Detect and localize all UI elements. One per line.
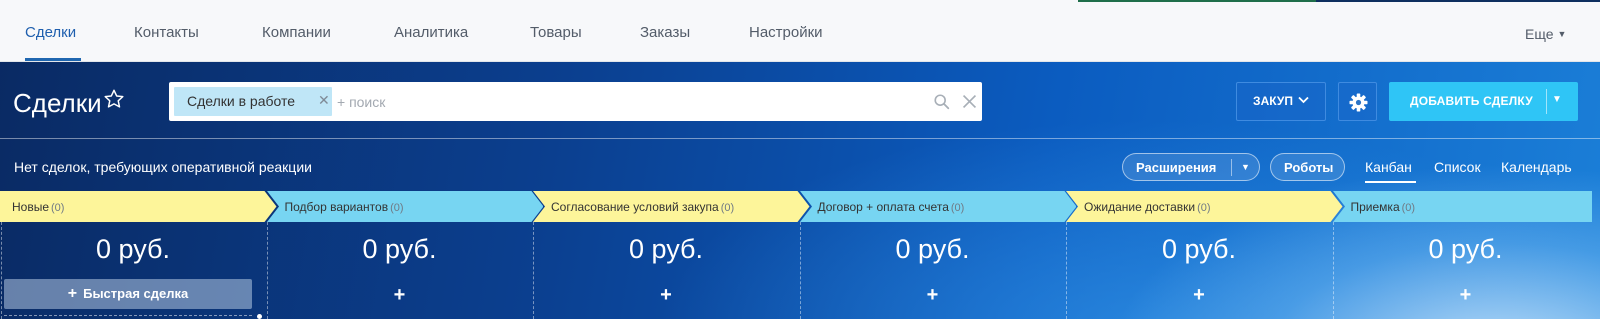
stage-count: (0)	[950, 202, 965, 214]
stage-title: Договор + оплата счета	[817, 200, 949, 214]
chevron-down-icon	[1298, 96, 1309, 104]
close-icon[interactable]	[961, 93, 978, 110]
plus-icon: +	[67, 285, 78, 302]
quick-deal-label: Быстрая сделка	[83, 286, 189, 301]
add-deal-to-stage-button[interactable]: +	[533, 284, 799, 307]
stage-name: Ожидание доставки (0)	[1084, 200, 1211, 214]
stage-title: Подбор вариантов	[284, 200, 389, 214]
add-deal-label: ДОБАВИТЬ СДЕЛКУ	[1410, 94, 1533, 108]
nav-item-analytics[interactable]: Аналитика	[394, 24, 468, 41]
page-title: Сделки	[13, 88, 102, 118]
stage-sum: 0 руб.	[96, 234, 170, 264]
nav-item-contacts[interactable]: Контакты	[134, 24, 199, 41]
stage-header-4[interactable]: Договор + оплата счета (0)	[799, 191, 1076, 222]
robots-label: Роботы	[1284, 160, 1334, 175]
top-navigation: Сделки Контакты Компании Аналитика Товар…	[0, 0, 1600, 62]
page-header: Сделки Сделки в работе ✕ ЗАКУП	[0, 62, 1600, 138]
quick-deal-button[interactable]: + Быстрая сделка	[4, 279, 252, 309]
add-deal-separator	[1546, 89, 1547, 114]
add-deal-button[interactable]: ДОБАВИТЬ СДЕЛКУ ▼	[1389, 82, 1578, 121]
stage-header-1[interactable]: Новые (0)	[0, 191, 277, 222]
category-select-button[interactable]: ЗАКУП	[1236, 82, 1326, 121]
stage-header-3[interactable]: Согласование условий закупа (0)	[533, 191, 810, 222]
nav-item-settings[interactable]: Настройки	[749, 24, 823, 41]
stage-title: Новые	[12, 200, 50, 214]
stage-count: (0)	[1401, 202, 1416, 214]
view-list[interactable]: Список	[1434, 159, 1481, 175]
search-input[interactable]	[337, 87, 897, 116]
stage-name: Подбор вариантов (0)	[285, 200, 404, 214]
stage-count: (0)	[1197, 202, 1211, 214]
extensions-label: Расширения	[1136, 160, 1217, 175]
filter-search-box[interactable]: Сделки в работе ✕	[169, 82, 982, 121]
stage-count: (0)	[720, 202, 735, 214]
stage-title: Согласование условий закупа	[551, 200, 719, 214]
stage-name: Согласование условий закупа (0)	[551, 200, 734, 214]
active-view-underline	[1365, 181, 1416, 183]
stage-title: Приемка	[1350, 200, 1400, 214]
stage-name: Приемка (0)	[1351, 200, 1416, 214]
view-calendar[interactable]: Календарь	[1501, 159, 1572, 175]
nav-item-companies[interactable]: Компании	[262, 24, 331, 41]
settings-button[interactable]	[1338, 82, 1377, 121]
search-icon[interactable]	[933, 93, 951, 111]
stage-count: (0)	[51, 202, 65, 214]
add-deal-to-stage-button[interactable]: +	[1333, 284, 1599, 307]
quick-deal-drop-zone	[4, 315, 252, 316]
kanban-toolbar: Нет сделок, требующих оперативной реакци…	[0, 139, 1600, 189]
stage-count: (0)	[390, 202, 404, 214]
scroll-handle[interactable]	[257, 314, 262, 319]
stage-sum: 0 руб.	[1162, 234, 1236, 264]
stage-sum: 0 руб.	[362, 234, 437, 264]
top-accent-strip	[1078, 0, 1316, 2]
gear-icon	[1349, 93, 1368, 112]
stage-header-2[interactable]: Подбор вариантов (0)	[266, 191, 543, 222]
stage-name: Новые (0)	[12, 200, 64, 214]
nav-more-label: Еще	[1525, 26, 1554, 42]
filter-chip-label: Сделки в работе	[187, 93, 296, 109]
close-icon[interactable]: ✕	[318, 92, 330, 109]
active-nav-underline	[25, 58, 81, 61]
nav-item-orders[interactable]: Заказы	[640, 24, 690, 41]
stage-sum: 0 руб.	[895, 234, 970, 264]
stage-sum: 0 руб.	[1428, 234, 1503, 264]
filter-chip[interactable]: Сделки в работе ✕	[174, 87, 332, 116]
stage-title: Ожидание доставки	[1084, 200, 1196, 214]
star-outline-icon[interactable]	[103, 88, 125, 110]
chevron-down-icon[interactable]: ▼	[1552, 94, 1562, 105]
category-select-label: ЗАКУП	[1253, 94, 1293, 108]
add-deal-to-stage-button[interactable]: +	[800, 284, 1066, 307]
add-deal-to-stage-button[interactable]: +	[267, 284, 533, 307]
column-separator	[1, 222, 2, 319]
view-kanban[interactable]: Канбан	[1365, 159, 1412, 175]
stage-header-5[interactable]: Ожидание доставки (0)	[1066, 191, 1343, 222]
nav-item-products[interactable]: Товары	[530, 24, 582, 41]
chevron-down-icon[interactable]: ▼	[1241, 162, 1250, 172]
top-accent-strip-dark	[1316, 0, 1600, 2]
extensions-separator	[1231, 159, 1232, 176]
nav-more-button[interactable]: Еще ▼	[1525, 26, 1566, 42]
stage-sum: 0 руб.	[629, 234, 703, 264]
robots-button[interactable]: Роботы	[1270, 153, 1345, 181]
chevron-down-icon: ▼	[1557, 29, 1567, 39]
extensions-button[interactable]: Расширения ▼	[1122, 153, 1260, 181]
add-deal-to-stage-button[interactable]: +	[1066, 284, 1332, 307]
stage-name: Договор + оплата счета (0)	[818, 200, 965, 214]
nav-item-deals[interactable]: Сделки	[25, 24, 76, 41]
activity-info-text: Нет сделок, требующих оперативной реакци…	[14, 159, 312, 175]
stage-header-6[interactable]: Приемка (0)	[1332, 191, 1592, 222]
